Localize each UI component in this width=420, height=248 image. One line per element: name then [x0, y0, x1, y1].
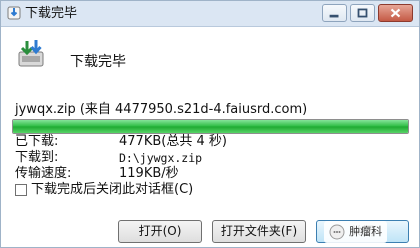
watermark: 肿瘤科	[324, 221, 388, 243]
chat-icon	[329, 224, 345, 240]
open-folder-button[interactable]: 打开文件夹(F)	[212, 220, 306, 243]
progress-fill	[13, 120, 408, 133]
close-window-button[interactable]	[378, 4, 413, 22]
status-heading: 下载完毕	[70, 54, 126, 70]
download-complete-dialog: 下载完毕 下载完毕 jywqx.zip (来自 4477950.s21d-4.f…	[0, 0, 420, 248]
download-destination-value: D:\jywgx.zip	[119, 151, 203, 165]
download-destination-label: 下载到:	[15, 150, 59, 165]
close-on-complete-label[interactable]: 下载完成后关闭此对话框(C)	[31, 182, 193, 198]
transfer-speed-label: 传输速度:	[15, 166, 72, 181]
download-progress-bar	[12, 119, 409, 134]
maximize-button[interactable]	[350, 4, 375, 22]
download-source: jywqx.zip (来自 4477950.s21d-4.faiusrd.com…	[15, 102, 308, 117]
maximize-icon	[357, 8, 368, 18]
downloaded-value: 477KB(总共 4 秒)	[119, 134, 227, 149]
download-icon	[15, 38, 47, 70]
close-on-complete-checkbox[interactable]	[15, 184, 27, 196]
close-icon	[390, 8, 401, 18]
watermark-text: 肿瘤科	[349, 225, 383, 238]
download-icon	[7, 6, 21, 20]
window-title: 下载完毕	[25, 6, 78, 21]
minimize-icon	[329, 14, 339, 18]
minimize-button[interactable]	[322, 4, 347, 22]
title-bar[interactable]: 下载完毕	[1, 1, 419, 27]
open-button[interactable]: 打开(O)	[118, 220, 202, 243]
transfer-speed-value: 119KB/秒	[119, 166, 179, 181]
downloaded-label: 已下载:	[15, 134, 59, 149]
